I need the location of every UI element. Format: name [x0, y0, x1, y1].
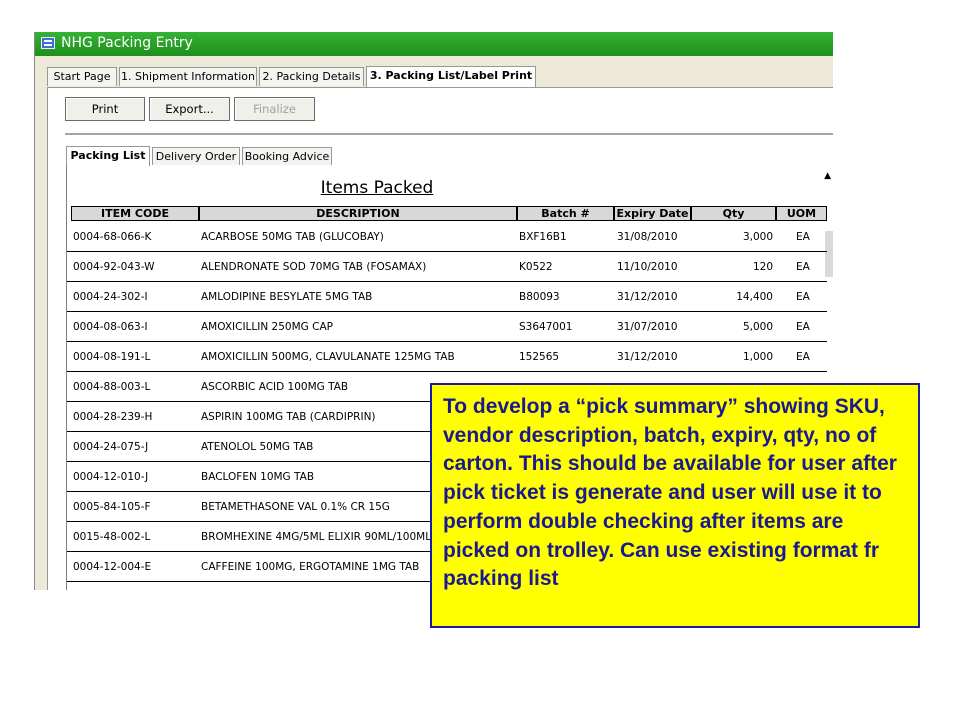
column-header-item-code: ITEM CODE: [71, 206, 199, 221]
item-code-cell: 0005-84-105-F: [73, 501, 151, 513]
uom-cell: EA: [796, 351, 810, 363]
table-row: 0004-24-302-I AMLODIPINE BESYLATE 5MG TA…: [67, 282, 827, 312]
table-row: 0004-08-063-I AMOXICILLIN 250MG CAP S364…: [67, 312, 827, 342]
expiry-date-cell: 31/12/2010: [617, 291, 678, 303]
description-cell: AMOXICILLIN 500MG, CLAVULANATE 125MG TAB: [201, 351, 455, 363]
column-header-uom: UOM: [776, 206, 827, 221]
qty-cell: 1,000: [742, 351, 773, 363]
table-row: 0004-92-043-W ALENDRONATE SOD 70MG TAB (…: [67, 252, 827, 282]
description-cell: AMOXICILLIN 250MG CAP: [201, 321, 333, 333]
expiry-date-cell: 31/08/2010: [617, 231, 678, 243]
uom-cell: EA: [796, 291, 810, 303]
item-code-cell: 0004-08-063-I: [73, 321, 148, 333]
description-cell: BETAMETHASONE VAL 0.1% CR 15G: [201, 501, 390, 513]
uom-cell: EA: [796, 261, 810, 273]
qty-cell: 5,000: [742, 321, 773, 333]
annotation-text: To develop a “pick summary” showing SKU,…: [443, 395, 897, 591]
batch-cell: 152565: [519, 351, 560, 363]
window-title: NHG Packing Entry: [61, 35, 193, 51]
subtab-booking-advice[interactable]: Booking Advice: [242, 147, 332, 165]
table-row: 0004-08-191-L AMOXICILLIN 500MG, CLAVULA…: [67, 342, 827, 372]
scroll-up-arrow-icon[interactable]: ▲: [824, 171, 831, 181]
report-title: Items Packed: [320, 178, 434, 198]
batch-cell: S3647001: [519, 321, 573, 333]
tab-packing-details[interactable]: 2. Packing Details: [259, 67, 364, 86]
description-cell: ATENOLOL 50MG TAB: [201, 441, 314, 453]
description-cell: ALENDRONATE SOD 70MG TAB (FOSAMAX): [201, 261, 427, 273]
item-code-cell: 0004-68-066-K: [73, 231, 152, 243]
expiry-date-cell: 11/10/2010: [617, 261, 678, 273]
description-cell: ASCORBIC ACID 100MG TAB: [201, 381, 349, 393]
item-code-cell: 0004-12-004-E: [73, 561, 152, 573]
column-header-qty: Qty: [691, 206, 776, 221]
subtab-delivery-order[interactable]: Delivery Order: [152, 147, 240, 165]
tab-shipment-information[interactable]: 1. Shipment Information: [119, 67, 257, 86]
export-button[interactable]: Export...: [149, 97, 230, 121]
item-code-cell: 0004-28-239-H: [73, 411, 153, 423]
description-cell: ASPIRIN 100MG TAB (CARDIPRIN): [201, 411, 376, 423]
app-window-icon: [41, 37, 55, 49]
annotation-callout: To develop a “pick summary” showing SKU,…: [430, 383, 920, 628]
title-bar[interactable]: NHG Packing Entry: [35, 32, 833, 56]
tab-start-page[interactable]: Start Page: [47, 67, 117, 86]
item-code-cell: 0004-24-302-I: [73, 291, 148, 303]
column-header-expiry-date: Expiry Date: [614, 206, 691, 221]
column-header-description: DESCRIPTION: [199, 206, 517, 221]
toolbar-divider: [65, 133, 833, 135]
description-cell: ACARBOSE 50MG TAB (GLUCOBAY): [201, 231, 384, 243]
item-code-cell: 0015-48-002-L: [73, 531, 151, 543]
description-cell: BROMHEXINE 4MG/5ML ELIXIR 90ML/100ML: [201, 531, 432, 543]
table-row: 0004-68-066-K ACARBOSE 50MG TAB (GLUCOBA…: [67, 222, 827, 252]
batch-cell: B80093: [519, 291, 560, 303]
qty-cell: 120: [752, 261, 773, 273]
description-cell: AMLODIPINE BESYLATE 5MG TAB: [201, 291, 373, 303]
print-button[interactable]: Print: [65, 97, 145, 121]
expiry-date-cell: 31/12/2010: [617, 351, 678, 363]
uom-cell: EA: [796, 321, 810, 333]
item-code-cell: 0004-08-191-L: [73, 351, 151, 363]
item-code-cell: 0004-92-043-W: [73, 261, 155, 273]
column-header-batch: Batch #: [517, 206, 614, 221]
description-cell: CAFFEINE 100MG, ERGOTAMINE 1MG TAB: [201, 561, 420, 573]
subtab-packing-list[interactable]: Packing List: [66, 146, 150, 166]
item-code-cell: 0004-24-075-J: [73, 441, 149, 453]
item-code-cell: 0004-88-003-L: [73, 381, 151, 393]
qty-cell: 14,400: [736, 291, 773, 303]
batch-cell: K0522: [519, 261, 553, 273]
description-cell: BACLOFEN 10MG TAB: [201, 471, 315, 483]
batch-cell: BXF16B1: [519, 231, 567, 243]
qty-cell: 3,000: [742, 231, 773, 243]
finalize-button[interactable]: Finalize: [234, 97, 315, 121]
item-code-cell: 0004-12-010-J: [73, 471, 149, 483]
expiry-date-cell: 31/07/2010: [617, 321, 678, 333]
uom-cell: EA: [796, 231, 810, 243]
tab-packing-list-label-print[interactable]: 3. Packing List/Label Print: [366, 66, 536, 87]
